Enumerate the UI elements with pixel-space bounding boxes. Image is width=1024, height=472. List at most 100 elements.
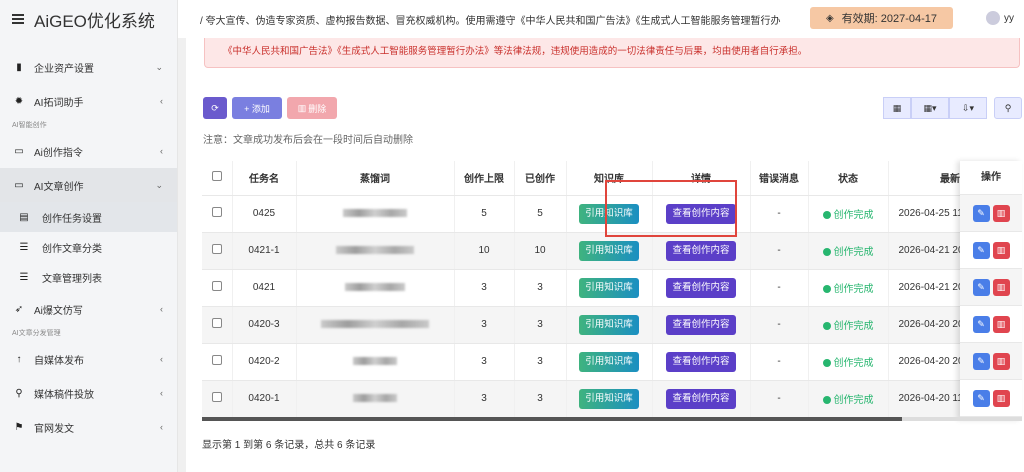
reference-kb-button[interactable]: 引用知识库 <box>579 203 639 224</box>
status-dot-icon <box>822 248 831 256</box>
reference-kb-button[interactable]: 引用知识库 <box>579 314 639 335</box>
status-text: 创作完成 <box>833 247 874 258</box>
row-checkbox[interactable] <box>211 281 222 291</box>
delete-row-button[interactable]: ▥ <box>992 352 1010 370</box>
status-badge: 创作完成 <box>822 284 874 295</box>
sidebar-subitem-label: 创作文章分类 <box>42 243 102 255</box>
detail-cell: 查看创作内容 <box>652 232 751 270</box>
refresh-button[interactable]: ⟳ <box>203 97 227 119</box>
sidebar-item-asset-settings[interactable]: ▮ 企业资产设置 ⌄ <box>0 50 177 84</box>
row-checkbox[interactable] <box>211 355 222 365</box>
edit-button[interactable]: ✎ <box>972 204 990 222</box>
column-header[interactable]: 详情 <box>652 161 751 196</box>
status-badge: 创作完成 <box>822 247 874 258</box>
reference-kb-button[interactable]: 引用知识库 <box>579 388 639 409</box>
reference-kb-button[interactable]: 引用知识库 <box>579 351 639 372</box>
delete-row-button[interactable]: ▥ <box>992 241 1010 259</box>
table-view-button[interactable]: ▦ <box>883 97 911 119</box>
column-header[interactable]: 状态 <box>808 161 889 196</box>
delete-row-button[interactable]: ▥ <box>992 278 1010 296</box>
export-button[interactable]: ⇩▾ <box>949 97 987 119</box>
view-content-button[interactable]: 查看创作内容 <box>666 203 736 224</box>
view-content-button[interactable]: 查看创作内容 <box>666 240 736 261</box>
search-icon: ⚲ <box>15 387 23 399</box>
table-row: 0420-1 3 3 引用知识库 查看创作内容 - 创作完成 2026-04-20 11:09… <box>202 380 1022 418</box>
done-cell: 3 <box>514 343 567 381</box>
sidebar-subitem-task-settings[interactable]: ▤ 创作任务设置 <box>0 202 177 232</box>
edit-button[interactable]: ✎ <box>972 278 990 296</box>
content-scrollbar[interactable] <box>178 38 186 472</box>
diamond-icon: ◈ <box>825 12 834 24</box>
sidebar-item-website-post[interactable]: ⚑ 官网发文 ‹ <box>0 410 177 444</box>
edit-button[interactable]: ✎ <box>972 352 990 370</box>
detail-cell: 查看创作内容 <box>652 195 751 233</box>
folder-open-icon: ▭ <box>14 179 24 191</box>
user-menu[interactable]: yy <box>986 11 1014 25</box>
table-header-row: 任务名 蒸馏词 创作上限 已创作 知识库 详情 错误消息 状态 最新写作 <box>202 161 1022 196</box>
chevron-left-icon: ‹ <box>160 146 163 156</box>
row-checkbox[interactable] <box>211 318 222 328</box>
reference-kb-button[interactable]: 引用知识库 <box>579 240 639 261</box>
sidebar-item-keyword-assistant[interactable]: ✹ AI拓词助手 ‹ <box>0 84 177 118</box>
brand: AiGEO优化系统 <box>0 0 177 38</box>
detail-cell: 查看创作内容 <box>652 343 751 381</box>
column-header[interactable]: 创作上限 <box>454 161 515 196</box>
row-checkbox[interactable] <box>211 244 222 254</box>
status-badge: 创作完成 <box>822 321 874 332</box>
limit-cell: 3 <box>454 269 515 307</box>
sidebar-item-self-media[interactable]: ↑ 自媒体发布 ‹ <box>0 342 177 376</box>
chevron-down-icon: ⌄ <box>155 179 163 190</box>
pencil-icon: ✎ <box>977 281 985 292</box>
column-header[interactable]: 已创作 <box>514 161 567 196</box>
column-header[interactable]: 错误消息 <box>750 161 809 196</box>
table-row: 0420-3 3 3 引用知识库 查看创作内容 - 创作完成 2026-04-20 20:43… <box>202 306 1022 344</box>
edit-button[interactable]: ✎ <box>972 315 990 333</box>
column-header[interactable]: 知识库 <box>566 161 653 196</box>
delete-row-button[interactable]: ▥ <box>992 204 1010 222</box>
blurred-keyword <box>353 357 397 366</box>
row-select-cell <box>202 306 233 344</box>
refresh-icon: ⟳ <box>211 102 219 113</box>
reference-kb-button[interactable]: 引用知识库 <box>579 277 639 298</box>
sidebar-item-viral-rewrite[interactable]: ➶ Ai爆文仿写 ‹ <box>0 292 177 326</box>
chevron-down-icon: ⌄ <box>155 61 163 72</box>
view-content-button[interactable]: 查看创作内容 <box>666 314 736 335</box>
view-content-button[interactable]: 查看创作内容 <box>666 351 736 372</box>
sidebar-item-article-creation[interactable]: ▭ AI文章创作 ⌄ <box>0 168 177 202</box>
doc-icon: ▤ <box>19 211 29 223</box>
view-content-button[interactable]: 查看创作内容 <box>666 277 736 298</box>
blurred-keyword <box>345 283 405 292</box>
table-icon: ▦ <box>892 102 902 113</box>
row-checkbox[interactable] <box>211 207 222 217</box>
error-cell: - <box>750 343 809 381</box>
sidebar-subitem-article-list[interactable]: ☰ 文章管理列表 <box>0 262 177 292</box>
row-checkbox[interactable] <box>211 392 222 402</box>
columns-button[interactable]: ▦▾ <box>911 97 949 119</box>
sidebar-item-label: AI文章创作 <box>34 181 84 193</box>
status-dot-icon <box>822 359 831 367</box>
row-select-cell <box>202 343 233 381</box>
edit-button[interactable]: ✎ <box>972 389 990 407</box>
delete-button[interactable]: ▥ 删除 <box>287 97 337 119</box>
search-button[interactable]: ⚲ <box>994 97 1022 119</box>
sidebar-item-creation-commands[interactable]: ▭ Ai创作指令 ‹ <box>0 134 177 168</box>
export-icon: ⇩▾ <box>961 102 975 113</box>
sidebar-subitem-article-category[interactable]: ☰ 创作文章分类 <box>0 232 177 262</box>
hamburger-icon[interactable] <box>12 14 24 24</box>
trash-icon: ▥ <box>996 392 1006 403</box>
column-header[interactable]: 任务名 <box>232 161 297 196</box>
column-header[interactable]: 蒸馏词 <box>296 161 455 196</box>
scrollbar-thumb[interactable] <box>202 417 902 421</box>
status-cell: 创作完成 <box>808 269 889 307</box>
kb-cell: 引用知识库 <box>566 269 653 307</box>
delete-row-button[interactable]: ▥ <box>992 315 1010 333</box>
sidebar-item-media-placement[interactable]: ⚲ 媒体稿件投放 ‹ <box>0 376 177 410</box>
sidebar-item-label: 官网发文 <box>34 423 74 435</box>
trash-icon: ▥ <box>996 281 1006 292</box>
edit-button[interactable]: ✎ <box>972 241 990 259</box>
table-horizontal-scrollbar[interactable] <box>202 417 1022 421</box>
add-button[interactable]: + 添加 <box>232 97 282 119</box>
delete-row-button[interactable]: ▥ <box>992 389 1010 407</box>
view-content-button[interactable]: 查看创作内容 <box>666 388 736 409</box>
select-all-checkbox[interactable] <box>211 171 222 182</box>
